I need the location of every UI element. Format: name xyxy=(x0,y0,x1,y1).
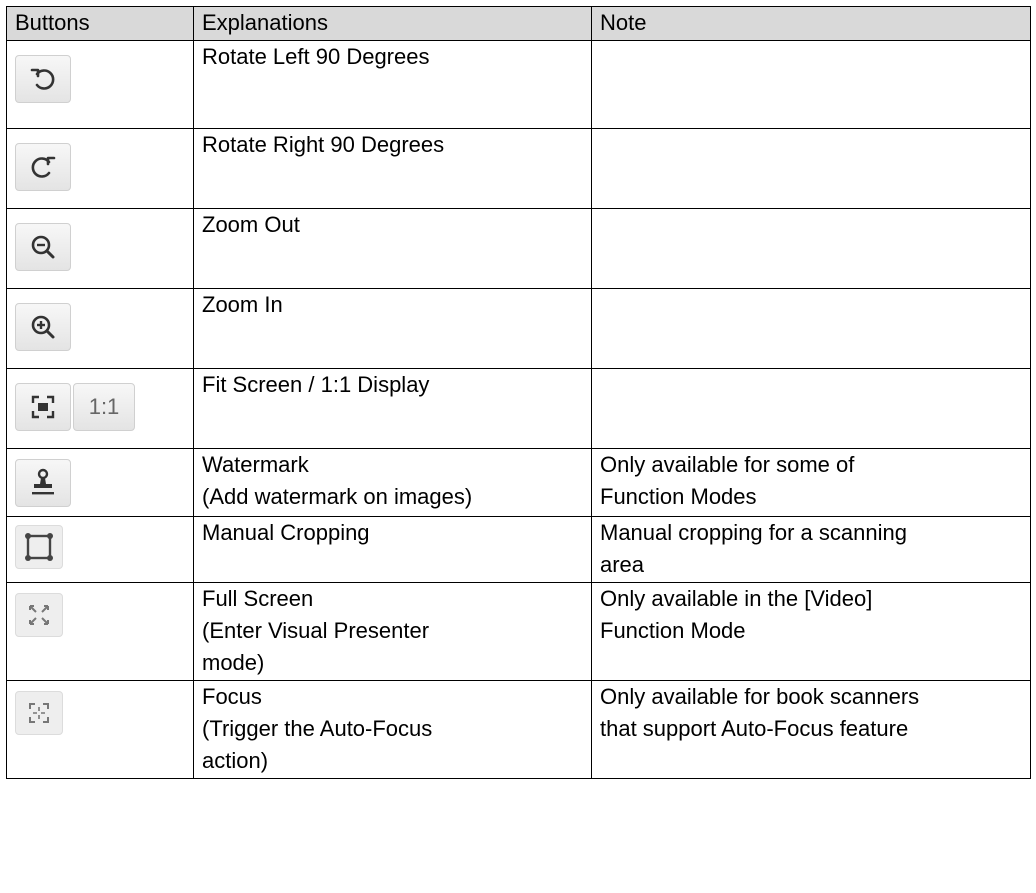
button-cell xyxy=(6,680,194,779)
note-cell xyxy=(591,40,1031,129)
focus-button[interactable] xyxy=(15,691,63,735)
explanation-cell: Watermark (Add watermark on images) xyxy=(193,448,592,517)
button-cell xyxy=(6,208,194,289)
zoom-out-icon xyxy=(31,235,55,259)
one-to-one-button[interactable]: 1:1 xyxy=(73,383,135,431)
rotate-left-icon xyxy=(30,68,55,90)
note-cell: Manual cropping for a scanning area xyxy=(591,516,1031,583)
full-screen-icon xyxy=(29,605,49,625)
note-cell xyxy=(591,368,1031,449)
table-row: Full Screen (Enter Visual Presenter mode… xyxy=(6,582,1031,681)
button-cell: 1:1 xyxy=(6,368,194,449)
note-cell xyxy=(591,128,1031,209)
fit-screen-icon xyxy=(31,395,55,419)
fit-screen-button-group: 1:1 xyxy=(15,383,135,431)
zoom-in-button[interactable] xyxy=(15,303,71,351)
button-cell xyxy=(6,40,194,129)
explanation-cell: Full Screen (Enter Visual Presenter mode… xyxy=(193,582,592,681)
watermark-stamp-icon xyxy=(32,468,54,495)
explanation-cell: Zoom In xyxy=(193,288,592,369)
explanation-cell: Rotate Right 90 Degrees xyxy=(193,128,592,209)
rotate-right-button[interactable] xyxy=(15,143,71,191)
table-row: Rotate Left 90 Degrees xyxy=(6,40,1031,129)
table-row: Rotate Right 90 Degrees xyxy=(6,128,1031,209)
rotate-right-icon xyxy=(31,156,56,178)
table-header-row: Buttons Explanations Note xyxy=(6,6,1031,41)
focus-icon xyxy=(29,703,49,723)
manual-crop-button[interactable] xyxy=(15,525,63,569)
watermark-button[interactable] xyxy=(15,459,71,507)
button-cell xyxy=(6,288,194,369)
full-screen-button[interactable] xyxy=(15,593,63,637)
rotate-left-button[interactable] xyxy=(15,55,71,103)
explanation-cell: Focus (Trigger the Auto-Focus action) xyxy=(193,680,592,779)
table-row: Focus (Trigger the Auto-Focus action) On… xyxy=(6,680,1031,779)
button-cell xyxy=(6,448,194,517)
button-cell xyxy=(6,582,194,681)
explanation-cell: Fit Screen / 1:1 Display xyxy=(193,368,592,449)
note-cell xyxy=(591,288,1031,369)
explanation-cell: Zoom Out xyxy=(193,208,592,289)
zoom-out-button[interactable] xyxy=(15,223,71,271)
button-cell xyxy=(6,516,194,583)
explanation-cell: Manual Cropping xyxy=(193,516,592,583)
note-cell: Only available for book scanners that su… xyxy=(591,680,1031,779)
table-row: Zoom Out xyxy=(6,208,1031,289)
header-explanations: Explanations xyxy=(193,6,592,41)
table-row: Watermark (Add watermark on images) Only… xyxy=(6,448,1031,517)
table-row: 1:1 Fit Screen / 1:1 Display xyxy=(6,368,1031,449)
note-cell: Only available for some of Function Mode… xyxy=(591,448,1031,517)
button-cell xyxy=(6,128,194,209)
manual-crop-icon xyxy=(25,533,53,561)
note-cell: Only available in the [Video] Function M… xyxy=(591,582,1031,681)
table-row: Zoom In xyxy=(6,288,1031,369)
table-row: Manual Cropping Manual cropping for a sc… xyxy=(6,516,1031,583)
header-buttons: Buttons xyxy=(6,6,194,41)
note-cell xyxy=(591,208,1031,289)
buttons-table: Buttons Explanations Note Rotate Left 90… xyxy=(6,6,1031,779)
explanation-cell: Rotate Left 90 Degrees xyxy=(193,40,592,129)
zoom-in-icon xyxy=(31,315,55,339)
fit-screen-button[interactable] xyxy=(15,383,71,431)
header-note: Note xyxy=(591,6,1031,41)
